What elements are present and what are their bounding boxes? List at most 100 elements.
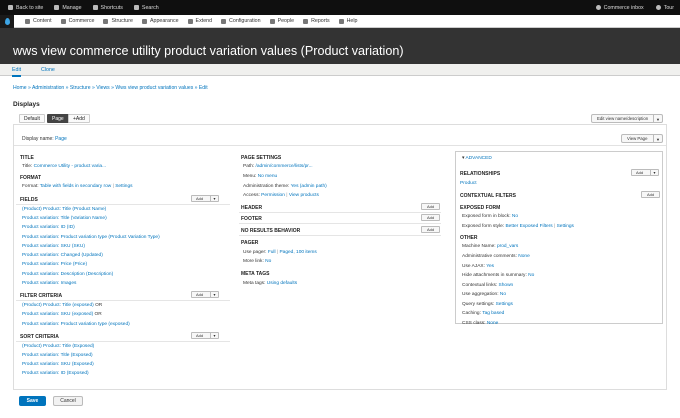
filter-link[interactable]: Product variation: SKU (exposed) [22, 312, 93, 317]
menu-setting: Menu: No menu [243, 174, 278, 179]
display-tab-page[interactable]: Page [47, 114, 69, 123]
field-item[interactable]: Product variation: ID (ID) [22, 225, 75, 230]
field-item[interactable]: Product variation: Title (Variation Name… [22, 216, 107, 221]
meta-tags-link[interactable]: Using defaults [267, 281, 297, 286]
divider [239, 235, 441, 236]
sort-criteria-heading: SORT CRITERIA [20, 334, 59, 340]
field-item[interactable]: Product variation: SKU (SKU) [22, 244, 85, 249]
field-item[interactable]: Product variation: Product variation typ… [22, 235, 160, 240]
chevron-down-icon[interactable]: ▼ [653, 135, 662, 143]
menu-item-help[interactable]: Help [338, 18, 358, 24]
chevron-down-icon[interactable]: ▼ [650, 170, 658, 176]
sort-add-button[interactable]: Add ▼ [191, 332, 219, 339]
filter-item: Product variation: Product variation typ… [22, 322, 130, 327]
back-to-site-link[interactable]: Back to site [8, 5, 43, 11]
menu-item-configuration[interactable]: Configuration [221, 18, 261, 24]
relationship-item[interactable]: Product [460, 181, 477, 186]
advanced-toggle[interactable]: ▾ ADVANCED [462, 156, 492, 161]
drupal-logo-icon[interactable] [0, 14, 14, 28]
display-name: Display name: Page [22, 136, 67, 142]
path-link[interactable]: /admin/commerce/lists/pr... [256, 164, 313, 169]
no-results-heading: NO RESULTS BEHAVIOR [241, 228, 301, 234]
exposed-settings-link[interactable]: Settings [557, 224, 574, 229]
admin-comments-link[interactable]: None [518, 254, 529, 259]
query-settings-link[interactable]: Settings [496, 302, 513, 307]
use-aggregation-link[interactable]: No [500, 292, 506, 297]
header-add-button[interactable]: Add [421, 203, 440, 210]
divider [239, 212, 441, 213]
commerce-inbox-link[interactable]: Commerce inbox [595, 5, 644, 11]
sort-item[interactable]: Product variation: ID (Exposed) [22, 371, 89, 376]
hide-attachments-link[interactable]: No [528, 273, 534, 278]
use-ajax-link[interactable]: Yes [486, 264, 494, 269]
exposed-block-setting: Exposed form in block: No [462, 214, 519, 219]
menu-item-extend[interactable]: Extend [187, 18, 212, 24]
cancel-button[interactable]: Cancel [53, 396, 83, 406]
sort-item[interactable]: Product variation: Title (Exposed) [22, 353, 93, 358]
tab-clone[interactable]: Clone [41, 67, 55, 73]
tab-edit[interactable]: Edit [12, 67, 22, 77]
title-setting: Title: Commerce Utility - product varia.… [22, 164, 107, 169]
access-value-link[interactable]: View products [289, 193, 319, 198]
field-item[interactable]: Product variation: Images [22, 281, 76, 286]
field-item[interactable]: Product variation: Description (Descript… [22, 272, 113, 277]
exposed-block-link[interactable]: No [512, 214, 518, 219]
chevron-down-icon[interactable]: ▼ [210, 292, 218, 298]
field-item[interactable]: Product variation: Price (Price) [22, 262, 87, 267]
menu-item-reports[interactable]: Reports [303, 18, 330, 24]
field-item[interactable]: (Product) Product: Title (Product Name) [22, 207, 106, 212]
tour-link[interactable]: Tour [655, 5, 674, 11]
fields-add-button[interactable]: Add ▼ [191, 195, 219, 202]
search-link[interactable]: Search [133, 5, 159, 11]
access-setting: Access: Permission | View products [243, 193, 319, 198]
format-settings-link[interactable]: Settings [115, 184, 132, 189]
menu-item-people[interactable]: People [269, 18, 294, 24]
footer-add-button[interactable]: Add [421, 214, 440, 221]
no-results-add-button[interactable]: Add [421, 226, 440, 233]
sort-item[interactable]: Product variation: SKU (Exposed) [22, 362, 94, 367]
page-title: wws view commerce utility product variat… [13, 44, 404, 58]
menu-link[interactable]: No menu [258, 174, 277, 179]
sort-item[interactable]: (Product) Product: Title (Exposed) [22, 344, 94, 349]
divider [16, 341, 230, 342]
shortcuts-link[interactable]: Shortcuts [92, 5, 123, 11]
filter-link[interactable]: Product variation: Product variation typ… [22, 322, 130, 327]
menu-item-structure[interactable]: Structure [103, 18, 133, 24]
title-value-link[interactable]: Commerce Utility - product varia... [34, 164, 107, 169]
save-button[interactable]: Save [19, 396, 46, 406]
chevron-down-icon[interactable]: ▼ [210, 333, 218, 339]
menu-item-content[interactable]: Content [25, 18, 52, 24]
relationships-add-button[interactable]: Add ▼ [631, 169, 659, 176]
filter-link[interactable]: (Product) Product: Title (exposed) [22, 303, 94, 308]
caching-link[interactable]: Tag based [482, 311, 504, 316]
field-item[interactable]: Product variation: Changed (Updated) [22, 253, 103, 258]
divider [14, 145, 666, 146]
format-value-link[interactable]: Table with fields in secondary row [40, 184, 111, 189]
pager-type-link[interactable]: Full [268, 250, 276, 255]
menu-item-commerce[interactable]: Commerce [60, 18, 94, 24]
view-page-button[interactable]: View Page ▼ [621, 134, 663, 143]
contextual-links-link[interactable]: Shown [499, 283, 514, 288]
more-link-link[interactable]: No [265, 259, 271, 264]
display-tab-default[interactable]: Default [19, 114, 45, 123]
add-display-button[interactable]: +Add [68, 114, 90, 123]
access-link[interactable]: Permission [261, 193, 285, 198]
chevron-down-icon[interactable]: ▼ [210, 196, 218, 202]
display-name-link[interactable]: Page [55, 136, 67, 142]
chevron-down-icon[interactable]: ▼ [653, 115, 662, 123]
contextual-add-button[interactable]: Add [641, 191, 660, 198]
edit-view-name-button[interactable]: Edit view name/description ▼ [591, 114, 663, 123]
breadcrumb[interactable]: Home » Administration » Structure » View… [13, 85, 208, 91]
header-section-heading: HEADER [241, 205, 263, 211]
divider [16, 300, 230, 301]
pager-options-link[interactable]: Paged, 100 items [279, 250, 316, 255]
manage-link[interactable]: Manage [54, 5, 82, 11]
machine-name-link[interactable]: prod_vars [497, 244, 518, 249]
admin-menu: Content Commerce Structure Appearance Ex… [0, 14, 680, 28]
css-class-link[interactable]: None [487, 321, 498, 326]
use-ajax-setting: Use AJAX: Yes [462, 264, 495, 269]
menu-item-appearance[interactable]: Appearance [141, 18, 179, 24]
exposed-style-link[interactable]: Better Exposed Filters [505, 224, 552, 229]
admin-theme-link[interactable]: Yes (admin path) [291, 184, 327, 189]
filter-add-button[interactable]: Add ▼ [191, 291, 219, 298]
